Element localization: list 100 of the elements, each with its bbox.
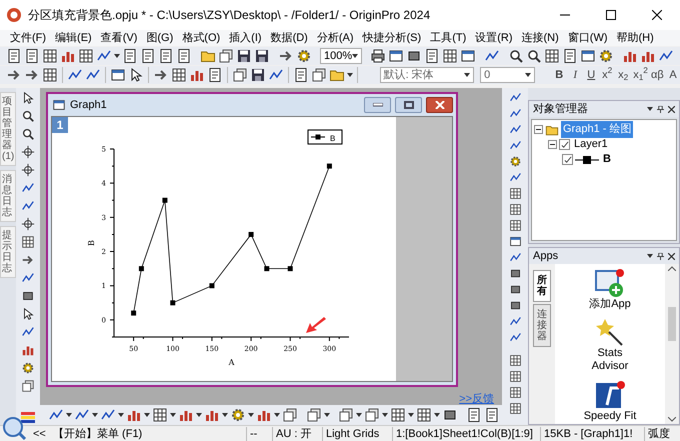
gear-icon[interactable] (296, 48, 312, 64)
side-tab[interactable]: 提示日志 (0, 226, 16, 278)
window-icon[interactable] (110, 67, 126, 83)
collapse-icon[interactable] (548, 140, 557, 149)
side-tab[interactable]: 项目管理器 (1) (0, 92, 16, 166)
line-chart-icon[interactable] (508, 139, 522, 152)
document-icon[interactable] (158, 48, 174, 64)
caret-icon[interactable] (408, 413, 414, 417)
grid-icon[interactable] (390, 407, 406, 423)
grid-icon[interactable] (21, 235, 35, 249)
grid-icon[interactable] (508, 354, 522, 367)
pin-icon[interactable] (657, 252, 664, 260)
status-text[interactable]: << (30, 426, 50, 440)
square-icon[interactable] (21, 289, 35, 303)
format-button[interactable]: x$_{2}$ (616, 67, 630, 83)
save-icon[interactable] (250, 67, 266, 83)
pointer-icon[interactable] (21, 91, 35, 105)
menu-item[interactable]: 设置(R) (475, 32, 513, 44)
close-button[interactable] (426, 97, 453, 113)
window-icon[interactable] (580, 48, 596, 64)
caret-icon[interactable] (118, 413, 124, 417)
save-icon[interactable] (254, 48, 270, 64)
maximize-button[interactable] (395, 97, 422, 113)
document-icon[interactable] (122, 48, 138, 64)
caret-icon[interactable] (114, 54, 120, 58)
gear-icon[interactable] (598, 48, 614, 64)
line-chart-icon[interactable] (508, 123, 522, 136)
document-icon[interactable] (466, 407, 482, 423)
format-button[interactable]: I (568, 67, 582, 83)
scroll-up-icon[interactable] (668, 266, 676, 271)
menu-item[interactable]: 工具(T) (430, 32, 466, 44)
close-icon[interactable] (668, 252, 675, 260)
app-item[interactable]: Stats Advisor (580, 317, 640, 374)
caret-icon[interactable] (66, 413, 72, 417)
magnifier-icon[interactable] (508, 48, 524, 64)
square-icon[interactable] (508, 299, 522, 312)
tree-item[interactable]: B (601, 151, 613, 168)
caret-icon[interactable] (464, 73, 470, 77)
grid-icon[interactable] (416, 407, 432, 423)
stacked-pages-icon[interactable] (310, 67, 327, 83)
scroll-down-icon[interactable] (668, 417, 676, 422)
close-icon[interactable] (668, 106, 675, 112)
menu-item[interactable]: 分析(A) (316, 32, 354, 44)
menu-item[interactable]: 数据(D) (270, 32, 308, 44)
caret-icon[interactable] (647, 107, 653, 111)
side-tab[interactable]: 消息日志 (0, 170, 16, 222)
grid-icon[interactable] (508, 386, 522, 399)
magnifier-icon[interactable] (21, 109, 35, 123)
window-icon[interactable] (460, 48, 476, 64)
menu-item[interactable]: 文件(F) (10, 32, 46, 44)
zoom-combo[interactable]: 100% (320, 48, 362, 64)
grid-icon[interactable] (442, 48, 458, 64)
stacked-pages-icon[interactable] (364, 407, 380, 423)
tree-item[interactable]: Graph1 - 绘图 (561, 121, 634, 138)
collapse-icon[interactable] (534, 125, 543, 134)
vertical-tab[interactable]: 连接器 (533, 304, 551, 347)
grid-icon[interactable] (42, 67, 58, 83)
square-icon[interactable] (508, 267, 522, 280)
caret-icon[interactable] (356, 413, 362, 417)
menu-item[interactable]: 窗口(W) (568, 32, 608, 44)
caret-icon[interactable] (92, 413, 98, 417)
menu-item[interactable]: 快捷分析(S) (362, 32, 422, 44)
caret-icon[interactable] (324, 413, 330, 417)
document-icon[interactable] (562, 48, 578, 64)
caret-icon[interactable] (248, 413, 254, 417)
gear-icon[interactable] (230, 407, 246, 423)
grid-icon[interactable] (508, 187, 522, 200)
format-button[interactable]: B (552, 67, 566, 83)
scroll-bar[interactable] (665, 264, 679, 424)
caret-icon[interactable] (222, 413, 228, 417)
gear-icon[interactable] (21, 361, 35, 375)
line-chart-icon[interactable] (508, 171, 522, 184)
window-icon[interactable] (508, 235, 522, 248)
format-button[interactable]: A (666, 67, 680, 83)
vertical-tab[interactable]: 所有 (533, 270, 551, 302)
line-chart-icon[interactable] (508, 107, 522, 120)
grid-icon[interactable] (508, 219, 522, 232)
line-chart-icon[interactable] (21, 271, 35, 285)
caret-icon[interactable] (525, 73, 532, 77)
minimize-button[interactable] (364, 97, 391, 113)
line-chart-icon[interactable] (21, 199, 35, 213)
menu-item[interactable]: 连接(N) (522, 32, 559, 44)
menu-item[interactable]: 帮助(H) (616, 32, 654, 44)
crosshair-icon[interactable] (21, 217, 35, 231)
grid-icon[interactable] (78, 48, 94, 64)
grid-icon[interactable] (152, 407, 168, 423)
scroll-thumb[interactable] (668, 307, 676, 341)
save-icon[interactable] (236, 48, 252, 64)
gear-icon[interactable] (508, 155, 522, 168)
window-icon[interactable] (388, 48, 404, 64)
line-chart-icon[interactable] (508, 331, 522, 344)
stacked-pages-icon[interactable] (282, 407, 298, 423)
crosshair-icon[interactable] (21, 163, 35, 177)
checkbox[interactable] (559, 139, 570, 150)
caret-icon[interactable] (274, 413, 280, 417)
caret-icon[interactable] (196, 413, 202, 417)
format-button[interactable]: αβ (650, 67, 664, 83)
document-icon[interactable] (292, 67, 309, 83)
layer-index[interactable]: 1 (52, 117, 68, 133)
document-icon[interactable] (176, 48, 192, 64)
